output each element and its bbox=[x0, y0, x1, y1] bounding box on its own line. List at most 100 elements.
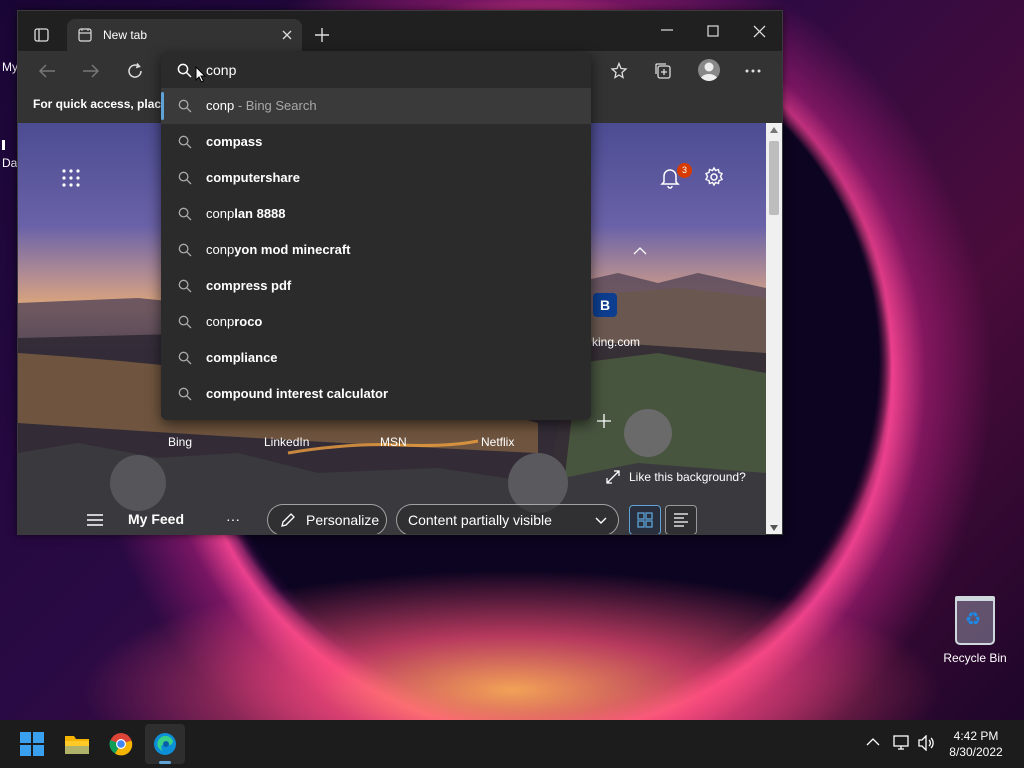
suggestion-item[interactable]: computershare bbox=[161, 160, 591, 196]
forward-arrow-icon[interactable] bbox=[82, 63, 100, 79]
suggestion-text: conplan 8888 bbox=[206, 206, 286, 221]
settings-more-icon[interactable] bbox=[745, 69, 761, 73]
search-icon bbox=[178, 207, 192, 221]
recycle-bin-label: Recycle Bin bbox=[943, 651, 1007, 665]
page-settings-gear-icon[interactable] bbox=[703, 166, 725, 188]
minimize-icon[interactable] bbox=[660, 29, 674, 33]
edge-taskbar-button[interactable] bbox=[145, 724, 185, 764]
suggestion-item[interactable]: conpyon mod minecraft bbox=[161, 232, 591, 268]
tab-actions-icon[interactable] bbox=[34, 27, 50, 43]
suggestion-text: conp - Bing Search bbox=[206, 98, 317, 113]
grid-layout-button[interactable] bbox=[629, 505, 661, 534]
suggestion-text: compass bbox=[206, 134, 262, 149]
content-visibility-dropdown[interactable]: Content partially visible bbox=[396, 504, 619, 534]
my-feed-tab[interactable]: My Feed bbox=[128, 511, 184, 527]
scroll-down-arrow-icon[interactable] bbox=[770, 525, 778, 531]
suggestion-item[interactable]: conproco bbox=[161, 304, 591, 340]
collections-icon[interactable] bbox=[654, 62, 672, 80]
selection-indicator bbox=[161, 92, 164, 120]
feed-menu-icon[interactable] bbox=[86, 513, 104, 527]
active-app-indicator bbox=[159, 761, 171, 764]
desktop-icon-fragment[interactable] bbox=[2, 140, 17, 150]
clock-time: 4:42 PM bbox=[953, 729, 999, 743]
suggestion-text: compound interest calculator bbox=[206, 386, 388, 401]
search-icon bbox=[178, 99, 192, 113]
expand-background-icon[interactable] bbox=[606, 470, 620, 484]
suggestion-text: conproco bbox=[206, 314, 262, 329]
address-bar[interactable]: conp bbox=[161, 52, 591, 88]
suggestion-item[interactable]: compass bbox=[161, 124, 591, 160]
back-arrow-icon[interactable] bbox=[38, 63, 56, 79]
mouse-cursor-icon bbox=[195, 66, 206, 83]
quick-link-booking-label[interactable]: king.com bbox=[592, 335, 640, 349]
new-tab-plus-icon[interactable] bbox=[314, 27, 330, 43]
like-background-link[interactable]: Like this background? bbox=[629, 470, 746, 484]
suggestion-completion: compass bbox=[206, 134, 263, 149]
system-clock[interactable]: 4:42 PM 8/30/2022 bbox=[940, 728, 1012, 760]
favorites-star-icon[interactable] bbox=[610, 62, 628, 80]
clock-date: 8/30/2022 bbox=[949, 745, 1003, 759]
tab-title: New tab bbox=[103, 28, 148, 42]
list-view-icon bbox=[674, 513, 688, 527]
volume-icon[interactable] bbox=[918, 735, 936, 751]
address-bar-input[interactable]: conp bbox=[206, 62, 236, 78]
search-icon bbox=[178, 387, 192, 401]
apps-launcher-icon[interactable] bbox=[62, 169, 80, 187]
quick-link-msn[interactable]: MSN bbox=[380, 435, 407, 449]
scroll-up-arrow-icon[interactable] bbox=[770, 127, 778, 133]
quick-link-linkedin[interactable]: LinkedIn bbox=[264, 435, 309, 449]
suggestion-completion: computershare bbox=[206, 170, 300, 185]
personalize-button[interactable]: Personalize bbox=[267, 504, 387, 534]
quick-link-booking-icon[interactable]: B bbox=[593, 293, 617, 317]
suggestion-suffix: - Bing Search bbox=[234, 98, 317, 113]
refresh-icon[interactable] bbox=[126, 62, 144, 80]
close-window-icon[interactable] bbox=[753, 25, 766, 38]
suggestion-text: compliance bbox=[206, 350, 278, 365]
suggestion-completion: yon mod minecraft bbox=[234, 242, 351, 257]
recycle-bin[interactable]: ♻ Recycle Bin bbox=[940, 596, 1010, 665]
content-visibility-value: Content partially visible bbox=[408, 512, 552, 528]
favorites-bar-hint: For quick access, place y bbox=[33, 97, 178, 111]
new-tab-page-icon bbox=[78, 28, 92, 42]
quick-link-bing[interactable]: Bing bbox=[168, 435, 192, 449]
add-quick-link-icon[interactable] bbox=[596, 413, 612, 429]
suggestion-text: compress pdf bbox=[206, 278, 291, 293]
start-windows-icon[interactable] bbox=[16, 728, 48, 760]
suggestion-typed: conp bbox=[206, 98, 235, 113]
close-tab-icon[interactable] bbox=[281, 29, 293, 41]
maximize-icon[interactable] bbox=[707, 25, 719, 37]
suggestion-item[interactable]: compliance bbox=[161, 340, 591, 376]
personalize-label: Personalize bbox=[306, 512, 380, 528]
suggestion-typed: conp bbox=[206, 314, 235, 329]
collapse-chevron-icon[interactable] bbox=[633, 247, 647, 255]
profile-avatar-icon[interactable] bbox=[698, 59, 720, 81]
notification-count-badge: 3 bbox=[677, 163, 692, 178]
desktop-icon-label-my[interactable]: My bbox=[2, 60, 18, 74]
suggestion-text: conpyon mod minecraft bbox=[206, 242, 351, 257]
suggestion-item[interactable]: compound interest calculator bbox=[161, 376, 591, 412]
search-icon bbox=[178, 351, 192, 365]
tab-new-tab[interactable]: New tab bbox=[67, 19, 302, 51]
suggestion-completion: lan 8888 bbox=[234, 206, 286, 221]
suggestion-bing-search[interactable]: conp - Bing Search bbox=[161, 88, 591, 124]
quick-link-netflix[interactable]: Netflix bbox=[481, 435, 514, 449]
suggestion-item[interactable]: compress pdf bbox=[161, 268, 591, 304]
chrome-icon[interactable] bbox=[105, 728, 137, 760]
search-icon bbox=[178, 315, 192, 329]
search-icon bbox=[178, 135, 192, 149]
feed-more-button[interactable]: ··· bbox=[226, 511, 240, 527]
file-explorer-icon[interactable] bbox=[61, 728, 93, 760]
page-scrollbar[interactable] bbox=[766, 123, 782, 534]
show-hidden-icons-chevron[interactable] bbox=[866, 738, 880, 746]
search-icon bbox=[178, 279, 192, 293]
desktop-icon-label-da[interactable]: Da bbox=[2, 156, 17, 170]
address-bar-dropdown: conp conp - Bing Search compass computersh… bbox=[161, 52, 591, 420]
suggestion-completion: roco bbox=[234, 314, 263, 329]
scrollbar-thumb[interactable] bbox=[769, 141, 779, 215]
list-layout-button[interactable] bbox=[665, 505, 697, 534]
grid-view-icon bbox=[637, 512, 653, 528]
search-icon bbox=[178, 243, 192, 257]
suggestion-item[interactable]: conplan 8888 bbox=[161, 196, 591, 232]
network-icon[interactable] bbox=[893, 735, 911, 751]
search-icon bbox=[177, 63, 192, 78]
